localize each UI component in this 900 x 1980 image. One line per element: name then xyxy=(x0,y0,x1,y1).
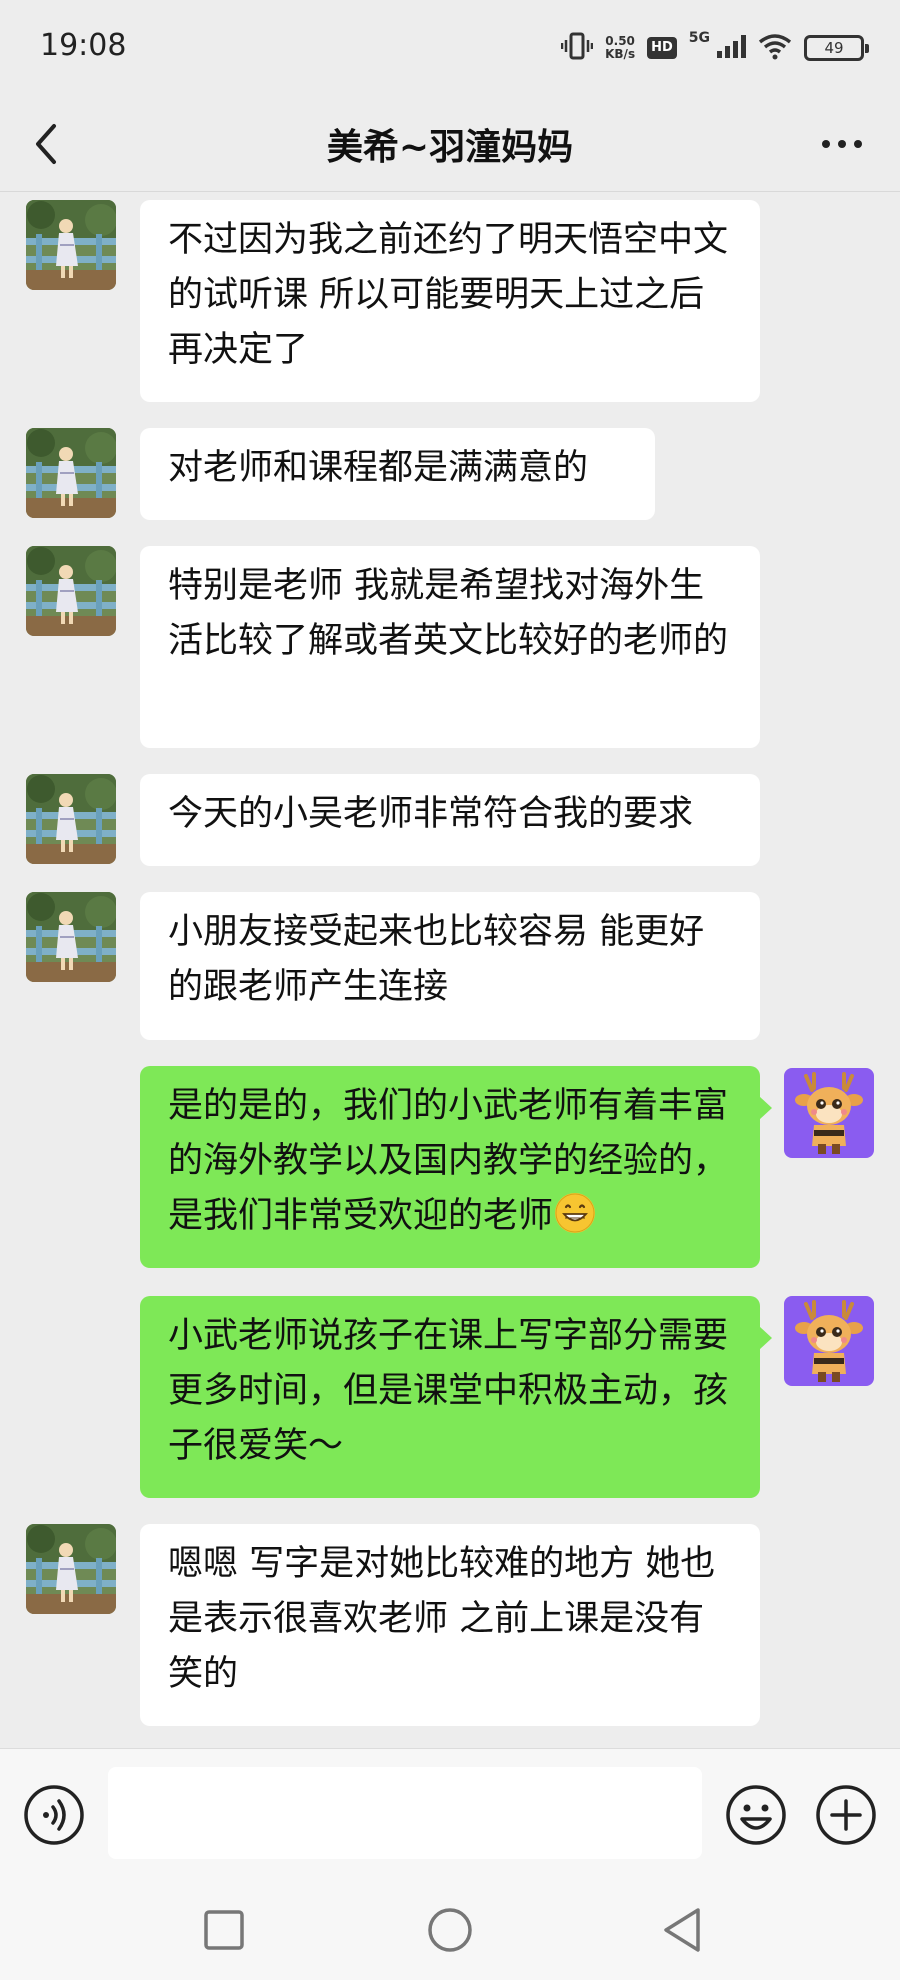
message-text: 是的是的，我们的小武老师有着丰富的海外教学以及国内教学的经验的，是我们非常受欢迎… xyxy=(168,1086,729,1236)
square-icon xyxy=(204,1910,244,1950)
chat-header: 美希~羽潼妈妈 xyxy=(0,96,900,192)
more-button[interactable] xyxy=(810,124,870,164)
battery-icon: 49 xyxy=(804,35,869,61)
network-type: 5G xyxy=(688,30,710,46)
nav-back-button[interactable] xyxy=(654,1902,710,1958)
message-bubble[interactable]: 不过因为我之前还约了明天悟空中文的试听课 所以可能要明天上过之后再决定了 xyxy=(140,200,760,402)
grinning-face-icon xyxy=(555,1193,596,1233)
my-avatar[interactable] xyxy=(784,1296,874,1386)
contact-avatar[interactable] xyxy=(26,892,116,982)
voice-icon xyxy=(24,1785,84,1845)
status-time: 19:08 xyxy=(40,28,127,63)
net-speed-unit: KB/s xyxy=(605,47,636,61)
message-input[interactable] xyxy=(108,1767,702,1859)
hd-badge: HD xyxy=(647,37,677,59)
message-bubble[interactable]: 小朋友接受起来也比较容易 能更好的跟老师产生连接 xyxy=(140,892,760,1040)
vibrate-icon xyxy=(560,32,594,64)
contact-avatar[interactable] xyxy=(26,774,116,864)
status-icons: 0.50 KB/s HD 5G 49 xyxy=(560,30,869,66)
message-bubble[interactable]: 嗯嗯 写字是对她比较难的地方 她也是表示很喜欢老师 之前上课是没有笑的 xyxy=(140,1524,760,1726)
my-avatar[interactable] xyxy=(784,1068,874,1158)
emoji-button[interactable] xyxy=(724,1783,788,1847)
signal-icon xyxy=(716,33,746,63)
circle-icon xyxy=(428,1908,472,1952)
voice-button[interactable] xyxy=(22,1783,86,1847)
status-bar: 19:08 0.50 KB/s HD 5G 49 xyxy=(0,0,900,96)
contact-avatar[interactable] xyxy=(26,1524,116,1614)
triangle-back-icon xyxy=(664,1908,700,1952)
message-bubble[interactable]: 今天的小吴老师非常符合我的要求 xyxy=(140,774,760,866)
emoji-icon xyxy=(726,1785,786,1845)
input-bar xyxy=(0,1748,900,1878)
system-nav-bar xyxy=(0,1878,900,1980)
net-speed: 0.50 KB/s xyxy=(605,35,635,61)
message-bubble[interactable]: 对老师和课程都是满满意的 xyxy=(140,428,655,520)
message-bubble-outgoing[interactable]: 小武老师说孩子在课上写字部分需要更多时间，但是课堂中积极主动，孩子很爱笑～ xyxy=(140,1296,772,1498)
chat-title: 美希~羽潼妈妈 xyxy=(326,127,574,168)
contact-avatar[interactable] xyxy=(26,428,116,518)
contact-avatar[interactable] xyxy=(26,200,116,290)
battery-level: 49 xyxy=(824,39,844,57)
message-bubble-outgoing[interactable]: 是的是的，我们的小武老师有着丰富的海外教学以及国内教学的经验的，是我们非常受欢迎… xyxy=(140,1066,772,1268)
plus-icon xyxy=(816,1785,876,1845)
message-bubble[interactable]: 特别是老师 我就是希望找对海外生活比较了解或者英文比较好的老师的 xyxy=(140,546,760,748)
wifi-icon xyxy=(758,32,792,64)
recents-button[interactable] xyxy=(196,1902,252,1958)
more-functions-button[interactable] xyxy=(814,1783,878,1847)
more-dots-icon xyxy=(822,140,862,148)
home-button[interactable] xyxy=(422,1902,478,1958)
contact-avatar[interactable] xyxy=(26,546,116,636)
